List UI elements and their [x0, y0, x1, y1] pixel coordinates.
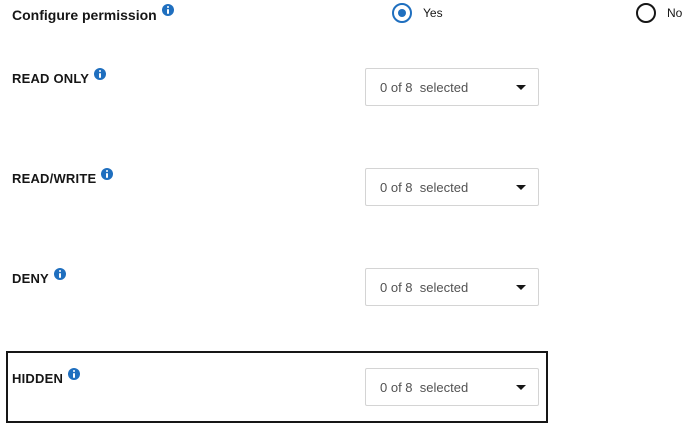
- permission-label-text: READ/WRITE: [12, 171, 97, 186]
- read-write-dropdown[interactable]: 0 of 8 selected: [365, 168, 539, 206]
- chevron-down-icon: [516, 85, 526, 90]
- permission-row-read-write: READ/WRITE 0 of 8 selected: [0, 168, 691, 228]
- configure-permission-title: Configure permission: [12, 7, 157, 23]
- deny-dropdown[interactable]: 0 of 8 selected: [365, 268, 539, 306]
- permission-label-hidden: HIDDEN: [12, 368, 81, 386]
- radio-yes-label: Yes: [423, 6, 443, 20]
- chevron-down-icon: [516, 185, 526, 190]
- info-icon[interactable]: [94, 68, 107, 80]
- permission-label-text: READ ONLY: [12, 71, 90, 86]
- hidden-dropdown[interactable]: 0 of 8 selected: [365, 368, 539, 406]
- radio-yes[interactable]: Yes: [392, 3, 443, 23]
- dropdown-value: 0 of 8 selected: [380, 180, 469, 195]
- radio-no-circle[interactable]: [636, 3, 656, 23]
- permission-config-panel: Configure permission Yes No READ ONLY 0 …: [0, 0, 691, 432]
- dropdown-value: 0 of 8 selected: [380, 280, 469, 295]
- radio-no[interactable]: No: [636, 3, 682, 23]
- permission-label-deny: DENY: [12, 268, 66, 286]
- permission-label-text: DENY: [12, 271, 49, 286]
- permission-label-text: HIDDEN: [12, 371, 64, 386]
- permission-row-read-only: READ ONLY 0 of 8 selected: [0, 68, 691, 128]
- info-icon[interactable]: [101, 168, 114, 180]
- permission-label-read-only: READ ONLY: [12, 68, 107, 86]
- chevron-down-icon: [516, 385, 526, 390]
- radio-yes-circle[interactable]: [392, 3, 412, 23]
- info-icon[interactable]: [68, 368, 81, 380]
- read-only-dropdown[interactable]: 0 of 8 selected: [365, 68, 539, 106]
- permission-label-read-write: READ/WRITE: [12, 168, 114, 186]
- chevron-down-icon: [516, 285, 526, 290]
- permission-row-deny: DENY 0 of 8 selected: [0, 268, 691, 328]
- dropdown-value: 0 of 8 selected: [380, 80, 469, 95]
- info-icon[interactable]: [161, 4, 174, 16]
- configure-permission-header: Configure permission: [12, 4, 174, 23]
- radio-no-label: No: [667, 6, 683, 20]
- dropdown-value: 0 of 8 selected: [380, 380, 469, 395]
- permission-row-hidden: HIDDEN 0 of 8 selected: [0, 368, 691, 428]
- info-icon[interactable]: [53, 268, 66, 280]
